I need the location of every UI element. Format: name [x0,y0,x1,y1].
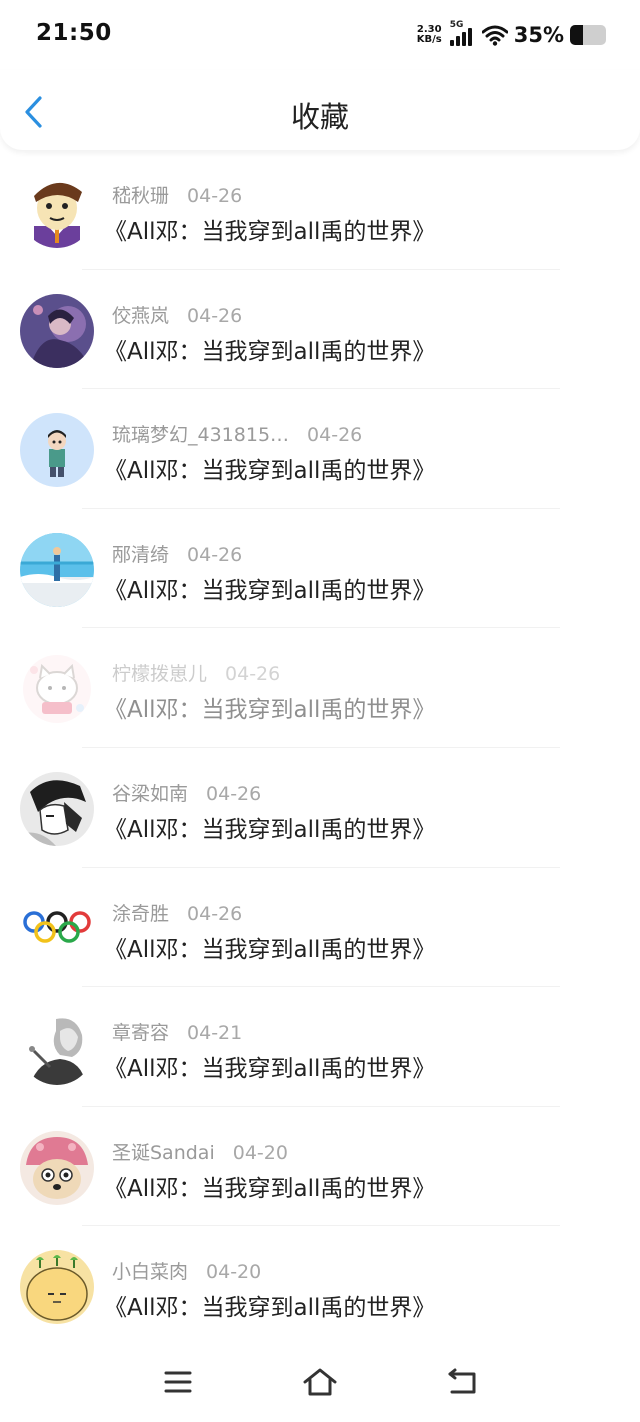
list-item[interactable]: 圣诞Sandai 04-20 《All邓：当我穿到all禹的世界》 [0,1107,640,1227]
favorite-date: 04-20 [232,1141,288,1164]
favorite-date: 04-26 [187,185,243,207]
item-meta: 嵇秋珊 04-26 [112,181,242,208]
page-title: 收藏 [290,100,349,134]
avatar[interactable] [20,293,94,368]
avatar-image [20,174,94,248]
wifi-icon [481,25,508,46]
list-item[interactable]: 涂奇胜 04-26 《All邓：当我穿到all禹的世界》 [0,868,640,988]
author-name: 嵇秋珊 [112,185,170,207]
item-meta: 小白菜肉 04-20 [112,1257,261,1284]
list-item[interactable]: 柠檬拨崽儿 04-26 《All邓：当我穿到all禹的世界》 [0,628,640,748]
menu-icon[interactable] [158,1364,198,1400]
book-title[interactable]: 《All邓：当我穿到all禹的世界》 [104,1169,435,1203]
favorite-date: 04-26 [307,424,363,447]
author-name: 邴清绮 [112,543,170,566]
list-item[interactable]: 琉璃梦幻_431815… 04-26 《All邓：当我穿到all禹的世界》 [0,389,640,509]
list-item[interactable]: 嵇秋珊 04-26 《All邓：当我穿到all禹的世界》 [0,150,640,270]
book-title[interactable]: 《All邓：当我穿到all禹的世界》 [104,212,435,246]
avatar-image [20,293,94,368]
avatar[interactable] [20,532,94,607]
avatar[interactable] [20,413,94,488]
book-title[interactable]: 《All邓：当我穿到all禹的世界》 [104,810,435,844]
book-title[interactable]: 《All邓：当我穿到all禹的世界》 [104,571,435,605]
favorite-date: 04-26 [206,782,262,805]
item-meta: 柠檬拨崽儿 04-26 [112,659,280,686]
avatar-image [20,1250,94,1325]
battery-icon [570,25,606,45]
item-meta: 章寄容 04-21 [112,1018,242,1045]
network-speed-unit: KB/s [416,34,442,45]
book-title[interactable]: 《All邓：当我穿到all禹的世界》 [104,1049,435,1083]
item-meta: 涂奇胜 04-26 [112,899,242,926]
status-time: 21:50 [36,20,112,46]
book-title[interactable]: 《All邓：当我穿到all禹的世界》 [104,1288,435,1322]
favorite-date: 04-26 [187,902,243,925]
avatar[interactable] [20,771,94,846]
avatar-image [20,1011,94,1086]
system-nav-bar [0,1342,640,1422]
list-item[interactable]: 佼燕岚 04-26 《All邓：当我穿到all禹的世界》 [0,270,640,390]
avatar[interactable] [20,1130,94,1205]
author-name: 琉璃梦幻_431815… [112,424,290,447]
avatar-image [20,652,94,727]
battery-percent: 35% [513,23,564,47]
back-return-icon[interactable] [442,1364,482,1400]
favorite-date: 04-26 [187,543,243,566]
author-name: 柠檬拨崽儿 [112,663,208,686]
signal-icon: 5G [449,20,476,46]
favorites-list: 嵇秋珊 04-26 《All邓：当我穿到all禹的世界》 佼燕岚 04-26 《All邓：… [0,150,640,1346]
item-meta: 圣诞Sandai 04-20 [112,1138,288,1165]
list-item[interactable]: 谷梁如南 04-26 《All邓：当我穿到all禹的世界》 [0,748,640,868]
item-meta: 佼燕岚 04-26 [112,301,242,328]
avatar[interactable] [20,891,94,966]
avatar[interactable] [20,1250,94,1325]
favorite-date: 04-20 [206,1261,262,1284]
network-type: 5G [449,20,464,30]
avatar-image [20,413,94,488]
book-title[interactable]: 《All邓：当我穿到all禹的世界》 [104,332,435,366]
home-icon[interactable] [300,1364,340,1400]
status-indicators: 2.30 KB/s 5G 35% [417,20,606,50]
item-meta: 谷梁如南 04-26 [112,779,261,806]
book-title[interactable]: 《All邓：当我穿到all禹的世界》 [104,690,435,724]
author-name: 小白菜肉 [112,1261,189,1284]
avatar[interactable] [20,174,94,248]
author-name: 佼燕岚 [112,304,170,327]
book-title[interactable]: 《All邓：当我穿到all禹的世界》 [104,451,435,485]
author-name: 章寄容 [112,1022,170,1045]
status-bar: 21:50 2.30 KB/s 5G 35% [0,0,640,70]
list-item[interactable]: 小白菜肉 04-20 《All邓：当我穿到all禹的世界》 [0,1226,640,1346]
item-meta: 琉璃梦幻_431815… 04-26 [112,420,362,447]
author-name: 谷梁如南 [112,782,189,805]
author-name: 圣诞Sandai [112,1141,215,1164]
avatar[interactable] [20,1011,94,1086]
avatar-image [20,532,94,607]
author-name: 涂奇胜 [112,902,170,925]
favorite-date: 04-26 [187,304,243,327]
item-meta: 邴清绮 04-26 [112,540,242,567]
avatar-image [20,1130,94,1205]
book-title[interactable]: 《All邓：当我穿到all禹的世界》 [104,930,435,964]
favorite-date: 04-21 [187,1022,243,1045]
list-item[interactable]: 章寄容 04-21 《All邓：当我穿到all禹的世界》 [0,987,640,1107]
network-speed: 2.30 KB/s [417,25,442,45]
avatar-image [20,891,94,966]
header: 收藏 [0,70,640,150]
avatar[interactable] [20,652,94,727]
avatar-image [20,771,94,846]
list-item[interactable]: 邴清绮 04-26 《All邓：当我穿到all禹的世界》 [0,509,640,629]
favorite-date: 04-26 [225,663,281,686]
